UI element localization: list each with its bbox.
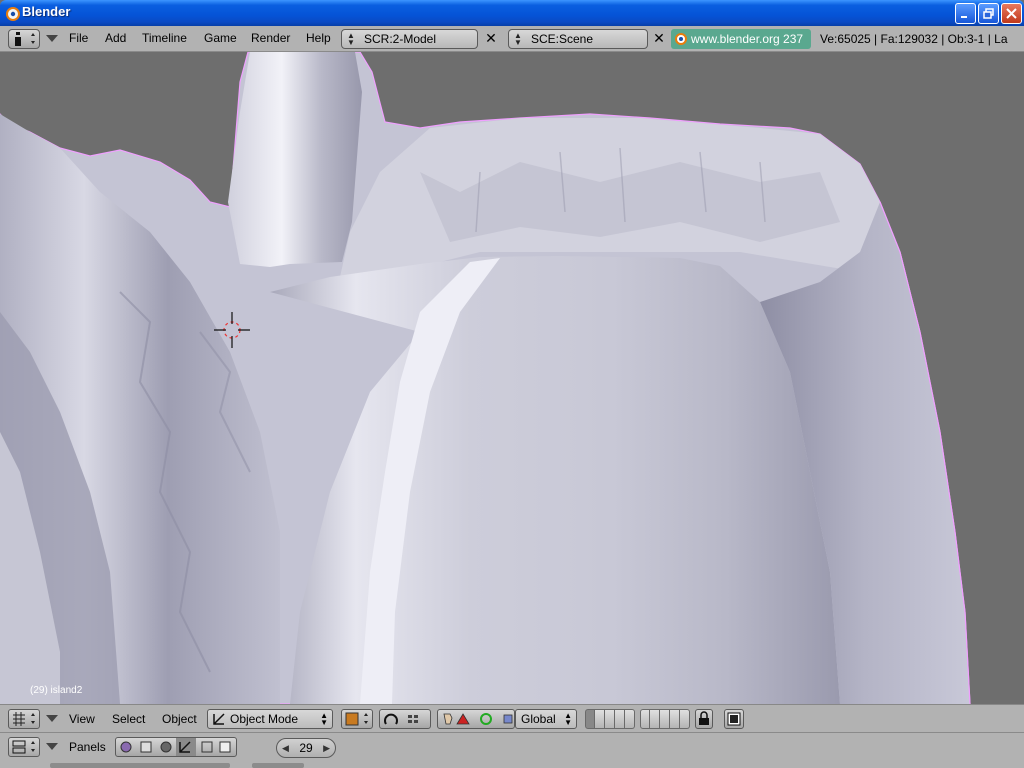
buttons-window-icon (12, 740, 35, 754)
transform-manipulators[interactable] (437, 709, 515, 729)
layer-button[interactable] (660, 709, 670, 729)
blender-logo-icon (6, 7, 20, 21)
layer-button[interactable] (650, 709, 660, 729)
3d-view-icon (13, 712, 35, 726)
3d-viewport[interactable]: (29) island2 (0, 52, 1024, 704)
menu-add[interactable]: Add (105, 31, 126, 45)
delete-screen-button[interactable]: ✕ (481, 29, 501, 49)
editor-type-button[interactable] (8, 709, 40, 729)
context-icons (120, 738, 231, 756)
menu-timeline[interactable]: Timeline (142, 31, 187, 45)
object-mode-icon (213, 713, 225, 725)
panel-scrollbar[interactable] (252, 763, 304, 768)
layer-buttons-left[interactable] (585, 709, 635, 729)
scene-selector-value: SCE:Scene (531, 32, 594, 46)
layer-button[interactable] (585, 709, 595, 729)
restore-button[interactable] (978, 3, 999, 24)
mode-selector-value: Object Mode (230, 712, 299, 726)
menu-file[interactable]: File (69, 31, 88, 45)
collapse-menus-icon[interactable] (46, 715, 58, 722)
screen-selector-value: SCR:2-Model (364, 32, 437, 46)
menu-game[interactable]: Game (204, 31, 237, 45)
close-icon (1006, 8, 1017, 19)
image-icon (727, 712, 741, 726)
window-titlebar: Blender (0, 0, 1024, 26)
panel-scrollbar[interactable] (50, 763, 230, 768)
3d-cursor-icon[interactable] (212, 310, 252, 350)
mode-selector[interactable]: Object Mode ▲ ▼ (207, 709, 333, 729)
updown-arrows-icon: ▲ ▼ (564, 711, 572, 727)
object-frame-label: (29) island2 (30, 685, 83, 696)
menu-object[interactable]: Object (162, 712, 197, 726)
layer-button[interactable] (625, 709, 635, 729)
window-title: Blender (22, 4, 71, 19)
draw-type-button[interactable] (341, 709, 373, 729)
menu-view[interactable]: View (69, 712, 95, 726)
layer-button[interactable] (640, 709, 650, 729)
orientation-selector[interactable]: Global ▲ ▼ (515, 709, 577, 729)
collapse-menus-icon[interactable] (46, 35, 58, 42)
lock-icon (699, 711, 709, 725)
layer-button[interactable] (680, 709, 690, 729)
blender-url-text: www.blender.org 237 (691, 32, 804, 46)
increment-arrow-icon[interactable]: ▶ (323, 739, 330, 757)
menu-help[interactable]: Help (306, 31, 331, 45)
shaded-cube-icon (345, 712, 368, 726)
restore-icon (983, 8, 994, 19)
panels-label: Panels (69, 740, 106, 754)
3d-view-header: View Select Object Object Mode ▲ ▼ Global (0, 704, 1024, 732)
blender-logo-icon (675, 33, 687, 45)
minimize-button[interactable] (955, 3, 976, 24)
pivot-icon (384, 713, 418, 725)
layer-button[interactable] (605, 709, 615, 729)
menu-render[interactable]: Render (251, 31, 290, 45)
orientation-value: Global (521, 712, 556, 726)
scene-selector[interactable]: ▲ ▼ SCE:Scene (508, 29, 648, 49)
info-icon (15, 32, 35, 46)
frame-value: 29 (299, 741, 313, 755)
frame-counter[interactable]: ◀ 29 ▶ (276, 738, 336, 758)
editor-type-button[interactable] (8, 737, 40, 757)
manipulator-icons (443, 713, 513, 725)
context-buttons[interactable] (115, 737, 237, 757)
buttons-header: Panels ◀ 29 ▶ (0, 732, 1024, 768)
terrain-mesh (0, 52, 971, 704)
layer-button[interactable] (615, 709, 625, 729)
layer-buttons-right[interactable] (640, 709, 690, 729)
menu-select[interactable]: Select (112, 712, 145, 726)
window-type-button[interactable] (8, 29, 40, 49)
layer-button[interactable] (670, 709, 680, 729)
info-header: File Add Timeline Game Render Help ▲ ▼ SC… (0, 26, 1024, 52)
updown-arrows-icon: ▲ ▼ (347, 31, 355, 47)
updown-arrows-icon: ▲ ▼ (320, 711, 328, 727)
screen-selector[interactable]: ▲ ▼ SCR:2-Model (341, 29, 478, 49)
lock-layers-button[interactable] (695, 709, 713, 729)
blender-url-button[interactable]: www.blender.org 237 (671, 29, 811, 49)
pivot-button[interactable] (379, 709, 431, 729)
updown-arrows-icon: ▲ ▼ (514, 31, 522, 47)
close-button[interactable] (1001, 3, 1022, 24)
minimize-icon (961, 16, 967, 18)
collapse-menus-icon[interactable] (46, 743, 58, 750)
scene-stats: Ve:65025 | Fa:129032 | Ob:3-1 | La (820, 32, 1008, 46)
decrement-arrow-icon[interactable]: ◀ (282, 739, 289, 757)
delete-scene-button[interactable]: ✕ (649, 29, 669, 49)
render-view-button[interactable] (724, 709, 744, 729)
layer-button[interactable] (595, 709, 605, 729)
